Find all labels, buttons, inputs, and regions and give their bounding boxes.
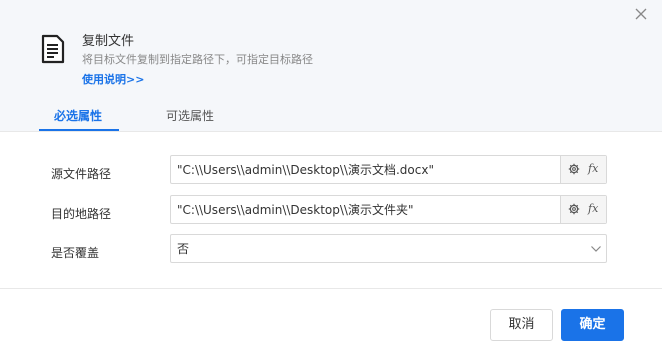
cancel-button[interactable]: 取消 bbox=[490, 309, 553, 341]
fx-icon[interactable]: fx bbox=[588, 162, 598, 175]
destination-path-label: 目的地路径 bbox=[51, 207, 112, 221]
overwrite-label: 是否覆盖 bbox=[51, 246, 100, 260]
tab-required-properties[interactable]: 必选属性 bbox=[54, 108, 102, 124]
chevron-down-icon[interactable] bbox=[590, 243, 602, 255]
destination-path-field[interactable]: "C:\\Users\\admin\\Desktop\\演示文件夹" fx bbox=[170, 195, 607, 224]
footer-divider bbox=[0, 288, 662, 289]
destination-path-value[interactable]: "C:\\Users\\admin\\Desktop\\演示文件夹" bbox=[177, 203, 414, 217]
gear-icon[interactable] bbox=[568, 203, 580, 215]
dialog-description: 将目标文件复制到指定路径下，可指定目标路径 bbox=[82, 53, 313, 66]
source-path-field[interactable]: "C:\\Users\\admin\\Desktop\\演示文档.docx" f… bbox=[170, 155, 607, 184]
overwrite-value: 否 bbox=[177, 242, 190, 256]
document-icon bbox=[41, 34, 65, 64]
tab-divider bbox=[0, 131, 662, 132]
gear-icon[interactable] bbox=[568, 163, 580, 175]
destination-path-addon: fx bbox=[560, 196, 606, 223]
overwrite-select[interactable]: 否 bbox=[170, 234, 607, 263]
help-link[interactable]: 使用说明>> bbox=[82, 73, 144, 87]
close-icon[interactable] bbox=[632, 5, 650, 23]
confirm-button[interactable]: 确定 bbox=[561, 309, 624, 341]
tab-optional-properties[interactable]: 可选属性 bbox=[166, 108, 214, 124]
source-path-addon: fx bbox=[560, 156, 606, 183]
fx-icon[interactable]: fx bbox=[588, 202, 598, 215]
dialog-title: 复制文件 bbox=[82, 34, 135, 49]
source-path-label: 源文件路径 bbox=[51, 167, 112, 181]
source-path-value[interactable]: "C:\\Users\\admin\\Desktop\\演示文档.docx" bbox=[177, 163, 434, 177]
